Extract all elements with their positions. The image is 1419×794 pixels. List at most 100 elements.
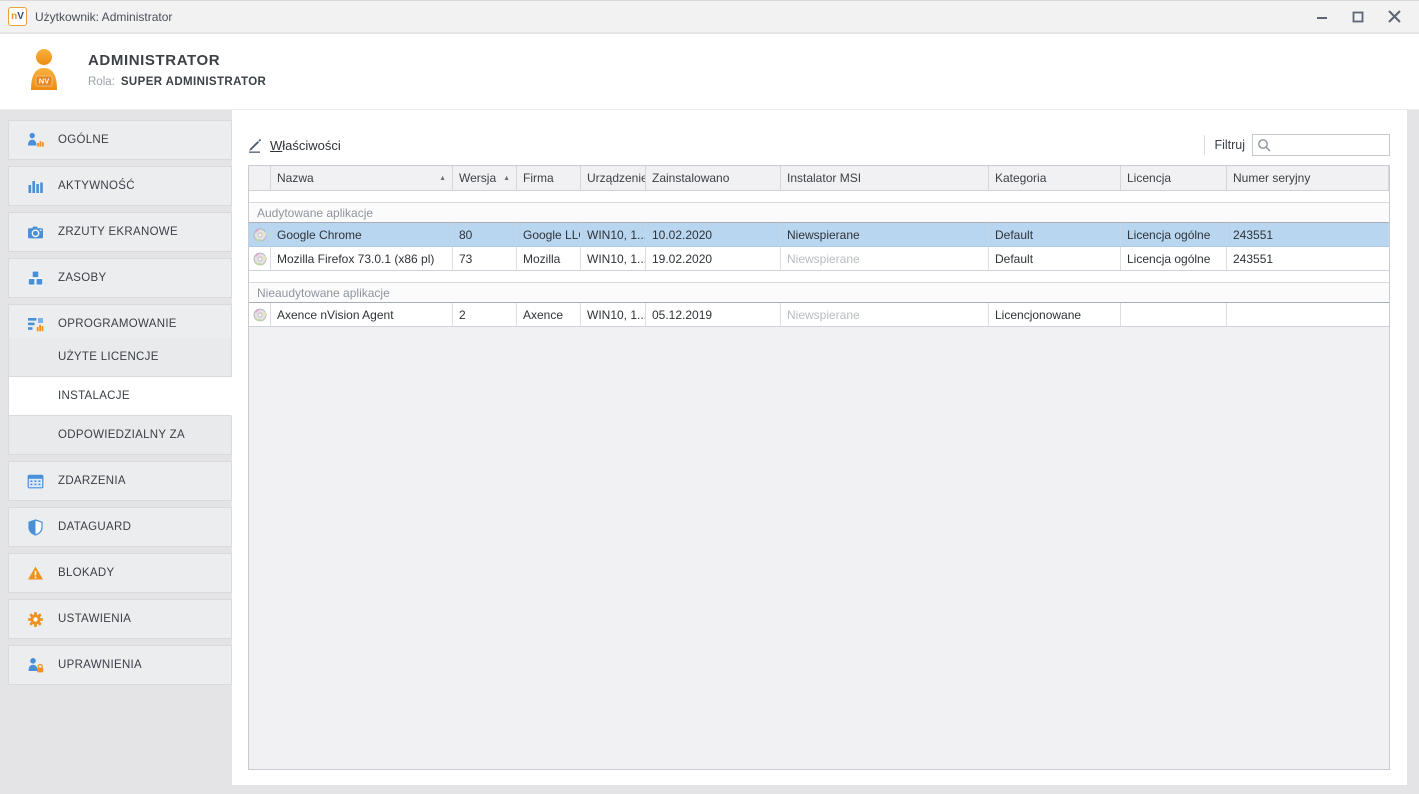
cell-zainstalowano: 10.02.2020 — [646, 223, 781, 246]
properties-label: Właściwości — [270, 138, 341, 153]
cell-firma: Axence — [517, 303, 581, 326]
group-row-audytowane[interactable]: Audytowane aplikacje — [249, 202, 1389, 223]
titlebar: nV Użytkownik: Administrator — [0, 0, 1419, 33]
column-header-licencja[interactable]: Licencja — [1121, 166, 1227, 190]
role-label: Rola: — [88, 76, 115, 88]
cell-numer-seryjny: 243551 — [1227, 223, 1389, 246]
sidebar-item-uzyte-licencje[interactable]: UŻYTE LICENCJE — [8, 338, 232, 377]
cell-numer-seryjny: 243551 — [1227, 247, 1389, 270]
bar-chart-icon — [27, 178, 44, 195]
sidebar-item-zasoby[interactable]: ZASOBY — [8, 258, 232, 298]
group-spacer — [249, 271, 1389, 282]
column-header-wersja[interactable]: Wersja▲ — [453, 166, 517, 190]
cell-firma: Google LLC — [517, 223, 581, 246]
cell-nazwa: Google Chrome — [271, 223, 453, 246]
minimize-button[interactable] — [1311, 6, 1333, 28]
sidebar-item-instalacje[interactable]: INSTALACJE — [8, 377, 232, 416]
cell-zainstalowano: 05.12.2019 — [646, 303, 781, 326]
column-header-zainstalowano[interactable]: Zainstalowano — [646, 166, 781, 190]
cell-licencja: Licencja ogólne — [1121, 223, 1227, 246]
svg-text:NV: NV — [39, 77, 49, 86]
pencil-icon — [248, 138, 263, 153]
sidebar-submenu-oprogramowanie: UŻYTE LICENCJE INSTALACJE ODPOWIEDZIALNY… — [8, 338, 232, 455]
cell-licencja: Licencja ogólne — [1121, 247, 1227, 270]
shield-icon — [27, 519, 44, 536]
sort-asc-icon: ▲ — [433, 175, 446, 182]
column-header-kategoria[interactable]: Kategoria — [989, 166, 1121, 190]
table-row-mozilla-firefox[interactable]: Mozilla Firefox 73.0.1 (x86 pl) 73 Mozil… — [249, 247, 1389, 271]
sidebar-item-odpowiedzialny-za[interactable]: ODPOWIEDZIALNY ZA — [8, 416, 232, 455]
sidebar-item-uprawnienia[interactable]: UPRAWNIENIA — [8, 645, 232, 685]
table-header-row: Nazwa▲ Wersja▲ Firma Urządzenie Zainstal… — [249, 166, 1389, 191]
column-header-icon[interactable] — [249, 166, 271, 190]
disc-icon — [249, 247, 271, 270]
cell-firma: Mozilla — [517, 247, 581, 270]
cell-urzadzenie: WIN10, 1... — [581, 303, 646, 326]
close-button[interactable] — [1383, 6, 1405, 28]
cell-instalator-msi: Niewspierane — [781, 247, 989, 270]
toolbar-separator — [1204, 135, 1205, 155]
sidebar-item-ustawienia[interactable]: USTAWIENIA — [8, 599, 232, 639]
content-panel: Właściwości Filtruj Nazwa▲ Wersja▲ — [232, 110, 1407, 785]
sidebar-item-ogolne[interactable]: OGÓLNE — [8, 120, 232, 160]
installations-table: Nazwa▲ Wersja▲ Firma Urządzenie Zainstal… — [248, 165, 1390, 770]
properties-button[interactable]: Właściwości — [248, 138, 341, 153]
minimize-icon — [1316, 11, 1328, 23]
sidebar-item-aktywnosc[interactable]: AKTYWNOŚĆ — [8, 166, 232, 206]
role-value: SUPER ADMINISTRATOR — [121, 76, 266, 88]
avatar-icon: NV — [26, 48, 62, 97]
cell-numer-seryjny — [1227, 303, 1389, 326]
cell-nazwa: Mozilla Firefox 73.0.1 (x86 pl) — [271, 247, 453, 270]
page-title: ADMINISTRATOR — [88, 52, 220, 69]
cell-nazwa: Axence nVision Agent — [271, 303, 453, 326]
cell-kategoria: Default — [989, 247, 1121, 270]
cell-wersja: 73 — [453, 247, 517, 270]
cell-licencja — [1121, 303, 1227, 326]
software-list-icon — [27, 316, 44, 333]
close-icon — [1388, 10, 1401, 23]
cell-urzadzenie: WIN10, 1... — [581, 247, 646, 270]
window-title: Użytkownik: Administrator — [35, 10, 172, 24]
camera-icon — [27, 224, 44, 241]
sidebar: OGÓLNE AKTYWNOŚĆ ZRZUTY EKRANOWE — [8, 120, 232, 691]
column-header-instalator-msi[interactable]: Instalator MSI — [781, 166, 989, 190]
cell-zainstalowano: 19.02.2020 — [646, 247, 781, 270]
search-icon — [1257, 138, 1271, 152]
cell-urzadzenie: WIN10, 1... — [581, 223, 646, 246]
column-header-urzadzenie[interactable]: Urządzenie — [581, 166, 646, 190]
calendar-icon — [27, 473, 44, 490]
table-row-google-chrome[interactable]: Google Chrome 80 Google LLC WIN10, 1... … — [249, 223, 1389, 247]
cell-kategoria: Default — [989, 223, 1121, 246]
maximize-icon — [1352, 11, 1364, 23]
user-lock-icon — [27, 657, 44, 674]
cell-wersja: 2 — [453, 303, 517, 326]
warning-icon — [27, 565, 44, 582]
column-header-numer-seryjny[interactable]: Numer seryjny — [1227, 166, 1389, 190]
sidebar-item-zdarzenia[interactable]: ZDARZENIA — [8, 461, 232, 501]
cell-instalator-msi: Niewspierane — [781, 223, 989, 246]
maximize-button[interactable] — [1347, 6, 1369, 28]
filter-label: Filtruj — [1214, 138, 1245, 152]
sidebar-item-blokady[interactable]: BLOKADY — [8, 553, 232, 593]
filter-input[interactable] — [1252, 134, 1390, 156]
disc-icon — [249, 303, 271, 326]
cell-kategoria: Licencjonowane — [989, 303, 1121, 326]
sidebar-item-zrzuty-ekranowe[interactable]: ZRZUTY EKRANOWE — [8, 212, 232, 252]
user-stats-icon — [27, 132, 44, 149]
table-row-axence-nvision-agent[interactable]: Axence nVision Agent 2 Axence WIN10, 1..… — [249, 303, 1389, 327]
cell-instalator-msi: Niewspierane — [781, 303, 989, 326]
cubes-icon — [27, 270, 44, 287]
user-role: Rola: SUPER ADMINISTRATOR — [88, 76, 266, 88]
group-row-nieaudytowane[interactable]: Nieaudytowane aplikacje — [249, 282, 1389, 303]
user-header: NV ADMINISTRATOR Rola: SUPER ADMINISTRATO… — [0, 34, 1419, 110]
sidebar-item-dataguard[interactable]: DATAGUARD — [8, 507, 232, 547]
column-header-firma[interactable]: Firma — [517, 166, 581, 190]
column-header-nazwa[interactable]: Nazwa▲ — [271, 166, 453, 190]
cell-wersja: 80 — [453, 223, 517, 246]
body: Właściwości Filtruj Nazwa▲ Wersja▲ — [0, 110, 1419, 794]
sort-asc-icon: ▲ — [497, 175, 510, 182]
group-spacer — [249, 191, 1389, 202]
disc-icon — [249, 223, 271, 246]
gear-icon — [27, 611, 44, 628]
toolbar: Właściwości Filtruj — [248, 132, 1390, 158]
